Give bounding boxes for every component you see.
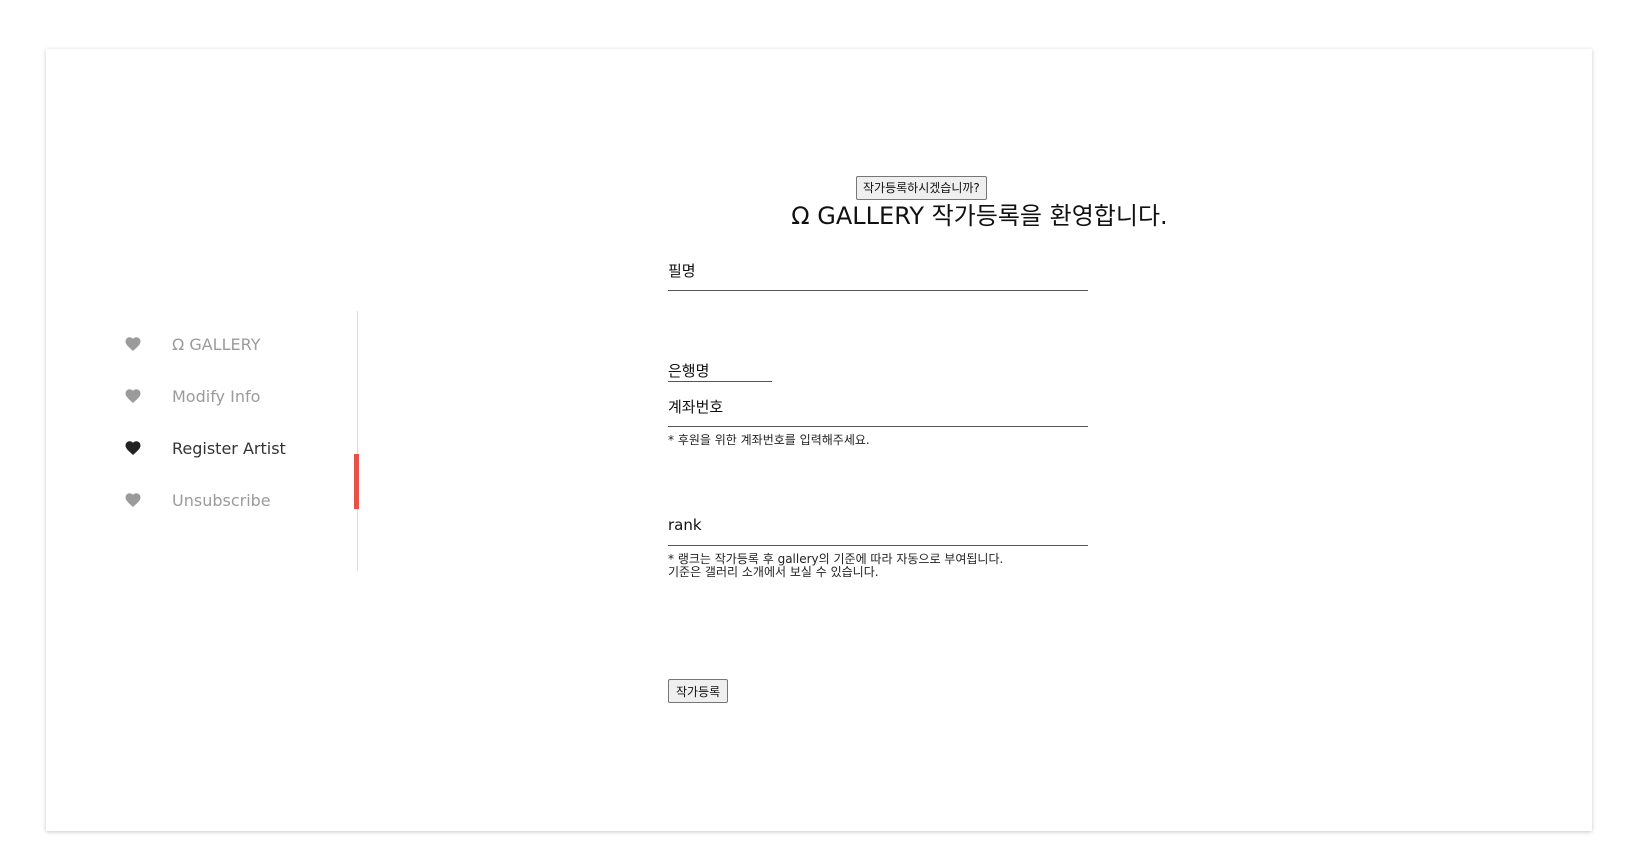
bank-underline [668,381,772,382]
sidebar-item-gallery[interactable]: Ω GALLERY [124,332,260,356]
account-note: * 후원을 위한 계좌번호를 입력해주세요. [668,433,870,447]
rank-label: rank [668,516,702,534]
sidebar-item-modify-info[interactable]: Modify Info [124,384,260,408]
account-label: 계좌번호 [668,398,724,416]
page-title: Ω GALLERY 작가등록을 환영합니다. [791,202,1168,230]
sidebar-item-label: Register Artist [172,438,286,458]
penname-label: 필명 [668,262,696,280]
bank-input[interactable] [668,358,772,380]
sidebar-item-label: Unsubscribe [172,490,271,510]
sidebar-item-label: Modify Info [172,386,261,406]
heart-icon [124,335,142,353]
register-artist-button[interactable]: 작가등록 [668,679,729,703]
heart-icon [124,387,142,405]
active-indicator [354,454,359,509]
heart-icon [124,439,142,457]
rank-input[interactable] [708,514,1088,536]
penname-underline [668,290,1088,291]
penname-input[interactable] [706,258,1088,280]
heart-icon [124,491,142,509]
sidebar-item-label: Ω GALLERY [172,334,261,354]
rank-underline [668,545,1088,546]
rank-note-line2: 기준은 갤러리 소개에서 보실 수 있습니다. [668,565,879,579]
sidebar-item-register-artist[interactable]: Register Artist [124,436,286,460]
rank-note-line1: * 랭크는 작가등록 후 gallery의 기준에 따라 자동으로 부여됩니다. [668,552,1004,566]
content-card: Ω GALLERY Modify Info Register Artist Un… [46,49,1592,831]
account-underline [668,426,1088,427]
account-input[interactable] [746,394,1088,416]
sidebar-item-unsubscribe[interactable]: Unsubscribe [124,488,271,512]
